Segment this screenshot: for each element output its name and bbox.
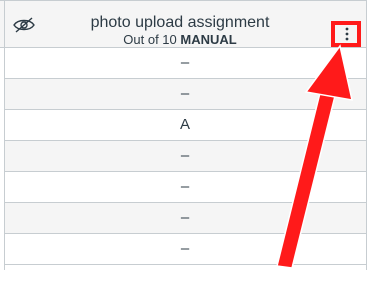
annotation-arrow [276, 44, 353, 269]
